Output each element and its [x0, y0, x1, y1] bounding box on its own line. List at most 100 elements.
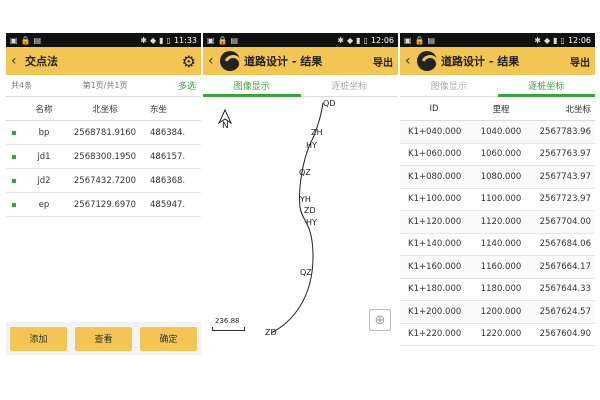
cell-name: jd1 [37, 151, 51, 162]
table-row[interactable]: K1+180.000 1180.000 2567644.33 [400, 279, 595, 301]
add-button[interactable]: 添加 [10, 326, 67, 351]
back-chevron-icon[interactable]: ‹ [208, 53, 218, 69]
lock-icon: 🔒 [20, 35, 31, 45]
page-title: 道路设计 - 结果 [244, 55, 323, 68]
stake-list: K1+040.000 1040.000 2567783.96 K1+060.000 1… [400, 121, 595, 346]
bluetooth-icon: ✱ [140, 35, 147, 45]
status-time: 12:06 [370, 35, 394, 45]
col-east-header: 东坐 [150, 104, 168, 115]
point-label-hy: HY [306, 141, 317, 150]
action-bar: 添加 查看 确定 [6, 322, 201, 355]
lock-icon: 🔒 [217, 35, 228, 45]
tab-graphic[interactable]: 图像显示 [203, 75, 301, 97]
phone-screen-road-design-stakes: ▣ 🔒 ▤ ✱ ◆ ▮ ▯ 12:06 ‹ 道路设计 - 结果 导出 图像显示 逐桩坐标 I… [400, 33, 595, 355]
table-row[interactable]: K1+060.000 1060.000 2567763.97 [400, 144, 595, 166]
row-marker-icon [12, 154, 16, 159]
table-row[interactable]: K1+100.000 1100.000 2567723.97 [400, 189, 595, 211]
page-indicator: 第1页/共1页 [82, 81, 128, 90]
cell-mileage: 1220.000 [480, 329, 522, 340]
table-row[interactable]: jd2 2567432.7200 486368. [6, 169, 201, 193]
signal-icon: ▮ [159, 35, 164, 45]
point-label-qd: QD [323, 99, 336, 108]
status-bar: ▣ 🔒 ▤ ✱ ◆ ▮ ▯ 12:06 [203, 33, 398, 47]
status-time: 12:06 [567, 35, 591, 45]
col-mileage-header: 里程 [492, 104, 510, 115]
table-header: 名称 北坐标 东坐 [6, 97, 201, 121]
result-tabs: 图像显示 逐桩坐标 [203, 75, 398, 97]
cell-east: 486157. [150, 151, 186, 162]
list-info-bar: 共4条 第1页/共1页 多选 [6, 75, 201, 97]
multi-select-button[interactable]: 多选 [178, 79, 196, 92]
table-row[interactable]: K1+040.000 1040.000 2567783.96 [400, 121, 595, 144]
row-marker-icon [12, 130, 16, 135]
alignment-canvas[interactable]: N QD ZH HY QZ YH ZD HY QZ ZD 236.88 ⊕ [203, 97, 398, 355]
gear-icon[interactable]: ⚙ [182, 52, 196, 71]
export-button[interactable]: 导出 [570, 54, 590, 69]
cell-mileage: 1080.000 [480, 171, 522, 182]
cell-name: ep [38, 199, 50, 210]
cell-mileage: 1120.000 [480, 216, 522, 227]
tab-stake-coords[interactable]: 逐桩坐标 [497, 75, 596, 97]
table-row[interactable]: K1+160.000 1160.000 2567664.17 [400, 256, 595, 279]
cell-name: bp [38, 127, 50, 138]
table-row[interactable]: bp 2568781.9160 486384. [6, 121, 201, 145]
cell-north: 2567684.06 [539, 239, 591, 250]
back-chevron-icon[interactable]: ‹ [405, 53, 415, 69]
cell-mileage: 1200.000 [480, 306, 522, 317]
cell-name: jd2 [37, 175, 51, 186]
status-bar: ▣ 🔒 ▤ ✱ ◆ ▮ ▯ 12:06 [400, 33, 595, 47]
point-label-hy2: HY [306, 218, 317, 227]
view-button[interactable]: 查看 [75, 326, 132, 351]
cell-north: 2567644.33 [539, 284, 591, 295]
cell-east: 486384. [150, 127, 186, 138]
export-button[interactable]: 导出 [373, 54, 393, 69]
table-row[interactable]: jd1 2568300.1950 486157. [6, 145, 201, 169]
point-list: bp 2568781.9160 486384. jd1 2568300.1950 486… [6, 121, 201, 217]
table-row[interactable]: K1+120.000 1120.000 2567704.00 [400, 211, 595, 234]
cell-mileage: 1180.000 [480, 284, 522, 295]
back-chevron-icon[interactable]: ‹ [11, 53, 21, 69]
cell-east: 486368. [150, 175, 186, 186]
table-header: ID 里程 北坐标 [400, 97, 595, 121]
table-row[interactable]: K1+080.000 1080.000 2567743.97 [400, 166, 595, 189]
table-row[interactable]: ep 2567129.6970 485947. [6, 193, 201, 217]
cell-id: K1+040.000 [408, 126, 462, 137]
app-logo-icon [417, 51, 437, 71]
signal-icon: ▮ [356, 35, 361, 45]
cell-north: 2567704.00 [539, 216, 591, 227]
screenshot-icon: ▤ [230, 35, 239, 45]
notification-icon: ▣ [404, 35, 412, 45]
cell-mileage: 1060.000 [480, 149, 522, 160]
page-title: 交点法 [25, 55, 58, 68]
table-row[interactable]: K1+200.000 1200.000 2567624.57 [400, 301, 595, 324]
status-bar: ▣ 🔒 ▤ ✱ ◆ ▮ ▯ 11:33 [6, 33, 201, 47]
cell-id: K1+100.000 [408, 194, 462, 205]
cell-id: K1+120.000 [408, 216, 462, 227]
cell-id: K1+140.000 [408, 239, 462, 250]
locate-crosshair-icon[interactable]: ⊕ [369, 309, 391, 331]
title-bar: ‹ 交点法 ⚙ [6, 47, 201, 75]
row-marker-icon [12, 178, 16, 183]
cell-id: K1+200.000 [408, 306, 462, 317]
cell-east: 485947. [150, 199, 186, 210]
screenshot-icon: ▤ [33, 35, 42, 45]
title-bar: ‹ 道路设计 - 结果 导出 [203, 47, 398, 75]
phone-screen-road-design-graphic: ▣ 🔒 ▤ ✱ ◆ ▮ ▯ 12:06 ‹ 道路设计 - 结果 导出 图像显示 逐桩坐标 N… [203, 33, 398, 355]
table-row[interactable]: K1+140.000 1140.000 2567684.06 [400, 234, 595, 256]
lock-icon: 🔒 [414, 35, 425, 45]
table-row[interactable]: K1+220.000 1220.000 2567604.90 [400, 324, 595, 346]
cell-mileage: 1100.000 [480, 194, 522, 205]
cell-north: 2567604.90 [539, 329, 591, 340]
wifi-icon: ◆ [346, 35, 354, 45]
tab-graphic[interactable]: 图像显示 [400, 75, 498, 96]
confirm-button[interactable]: 确定 [140, 326, 197, 351]
scale-bar [212, 327, 245, 331]
cell-north: 2567432.7200 [73, 175, 137, 186]
col-north-header: 北坐标 [565, 104, 591, 115]
cell-mileage: 1140.000 [480, 239, 522, 250]
tab-stake-coords[interactable]: 逐桩坐标 [301, 75, 399, 96]
cell-north: 2567763.97 [539, 149, 591, 160]
app-logo-icon [220, 51, 240, 71]
notification-icon: ▣ [10, 35, 18, 45]
bluetooth-icon: ✱ [534, 35, 541, 45]
